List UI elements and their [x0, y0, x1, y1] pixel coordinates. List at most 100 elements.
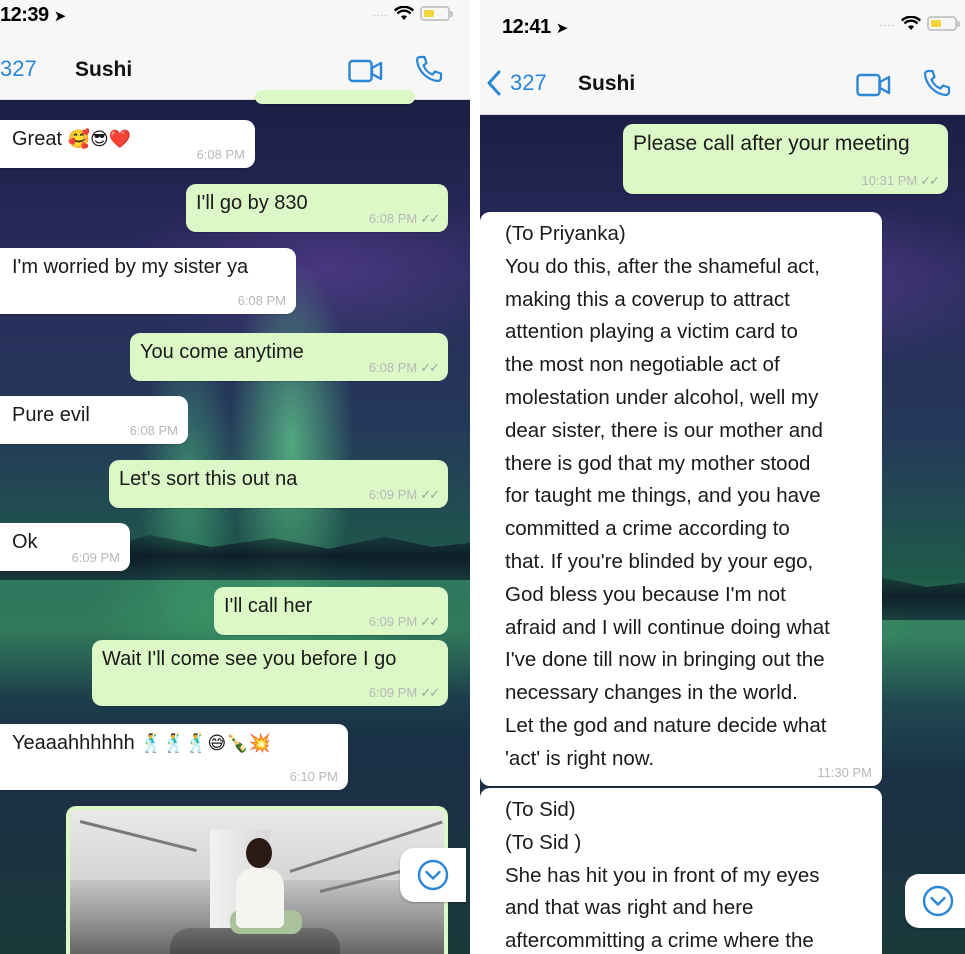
message-line: and that was right and here — [505, 896, 754, 920]
message-line: You do this, after the shameful act, — [505, 254, 820, 278]
message-time: 6:08 PM — [237, 293, 286, 308]
message-text: Pure evil — [12, 404, 90, 426]
message-line: making this a coverup to attract — [505, 287, 790, 311]
photo-message[interactable] — [66, 806, 448, 954]
phone-icon[interactable] — [922, 68, 952, 98]
message-line: that. If you're blinded by your ego, — [505, 549, 814, 573]
emoji-love-cool-heart-icon: 🥰😎❤️ — [67, 129, 132, 150]
contact-name[interactable]: Sushi — [75, 58, 132, 82]
message-line: aftercommitting a crime where the — [505, 929, 814, 953]
message-time: 6:09 PM ✓✓ — [368, 614, 440, 629]
message-bubble-outgoing[interactable]: Let's sort this out na 6:09 PM ✓✓ — [109, 460, 448, 508]
message-text: Wait I'll come see you before I go — [102, 648, 397, 670]
previous-message-bubble — [255, 90, 415, 104]
message-line: molestation under alcohol, well my — [505, 385, 819, 409]
back-button[interactable]: 327 — [486, 70, 547, 96]
photo-image — [70, 810, 444, 954]
battery-icon — [927, 16, 960, 31]
message-bubble-incoming[interactable]: Ok 6:09 PM — [0, 523, 130, 571]
status-bar: 12:39 ➤ .... — [0, 0, 470, 36]
message-text: (To Priyanka) You do this, after the sha… — [505, 218, 872, 776]
chevron-down-circle-icon — [922, 885, 954, 917]
read-ticks-icon: ✓✓ — [420, 360, 440, 375]
status-bar: 12:41 ➤ .... — [480, 0, 965, 48]
message-line: the most non negotiable act of — [505, 353, 780, 377]
message-time: 6:09 PM ✓✓ — [368, 487, 440, 502]
photo-person — [246, 838, 272, 868]
message-text: Great — [12, 128, 63, 150]
emoji-dance-party-icon: 🕺🕺🕺😅🍾💥 — [140, 733, 272, 754]
location-arrow-icon: ➤ — [555, 20, 569, 37]
message-bubble-incoming[interactable]: I'm worried by my sister ya 6:08 PM — [0, 248, 296, 314]
message-bubble-incoming[interactable]: Pure evil 6:08 PM — [0, 396, 188, 444]
message-text: I'll call her — [224, 595, 313, 617]
scroll-to-bottom-button[interactable] — [400, 848, 466, 902]
message-bubble-incoming[interactable]: (To Sid) (To Sid ) She has hit you in fr… — [480, 788, 882, 954]
message-line: God bless you because I'm not — [505, 582, 786, 606]
message-line: there is god that my mother stood — [505, 451, 811, 475]
wifi-icon — [394, 6, 414, 20]
message-line: Let the god and nature decide what — [505, 713, 827, 737]
read-ticks-icon: ✓✓ — [420, 211, 440, 226]
message-line: dear sister, there is our mother and — [505, 418, 823, 442]
chevron-down-circle-icon — [417, 859, 449, 891]
location-arrow-icon: ➤ — [53, 8, 67, 25]
message-time: 10:31 PM ✓✓ — [861, 173, 940, 188]
message-text: Please call after your meeting — [633, 132, 910, 155]
message-bubble-incoming[interactable]: (To Priyanka) You do this, after the sha… — [480, 212, 882, 786]
message-line: She has hit you in front of my eyes — [505, 863, 820, 887]
chat-header: 327 Sushi — [480, 48, 965, 115]
screenshot-divider — [470, 0, 480, 954]
message-bubble-outgoing[interactable]: I'll call her 6:09 PM ✓✓ — [214, 587, 448, 635]
signal-icon: .... — [879, 18, 895, 29]
message-text: Ok — [12, 531, 38, 553]
back-chevron-icon — [487, 70, 501, 96]
message-time: 6:09 PM ✓✓ — [368, 685, 440, 700]
message-bubble-outgoing[interactable]: Please call after your meeting 10:31 PM ✓… — [623, 124, 948, 194]
message-text: Let's sort this out na — [119, 468, 298, 490]
message-time: 6:08 PM — [129, 423, 178, 438]
status-time: 12:39 ➤ — [0, 4, 67, 26]
message-text: I'll go by 830 — [196, 192, 308, 214]
message-time: 6:08 PM ✓✓ — [368, 211, 440, 226]
contact-name[interactable]: Sushi — [578, 72, 635, 96]
message-line: (To Sid) — [505, 798, 576, 821]
battery-icon — [420, 6, 453, 21]
right-chat-screenshot: 12:41 ➤ .... 327 Sushi Please call after… — [480, 0, 965, 954]
message-bubble-outgoing[interactable]: Wait I'll come see you before I go 6:09 … — [92, 640, 448, 706]
message-bubble-outgoing[interactable]: You come anytime 6:08 PM ✓✓ — [130, 333, 448, 381]
message-line: necessary changes in the world. — [505, 681, 798, 705]
message-line: attention playing a victim card to — [505, 320, 798, 344]
message-time: 6:10 PM — [289, 769, 338, 784]
read-ticks-icon: ✓✓ — [420, 685, 440, 700]
status-icons: .... — [879, 16, 960, 31]
message-text: I'm worried by my sister ya — [12, 256, 249, 278]
message-text: Yeaaahhhhhh — [12, 732, 135, 754]
read-ticks-icon: ✓✓ — [920, 173, 940, 188]
message-bubble-incoming[interactable]: Great 🥰😎❤️ 6:08 PM — [0, 120, 255, 168]
message-time: 6:08 PM ✓✓ — [368, 360, 440, 375]
message-bubble-incoming[interactable]: Yeaaahhhhhh 🕺🕺🕺😅🍾💥 6:10 PM — [0, 724, 348, 790]
read-ticks-icon: ✓✓ — [420, 487, 440, 502]
message-line: committed a crime according to — [505, 517, 790, 541]
back-count: 327 — [510, 70, 547, 95]
message-time: 6:09 PM — [71, 550, 120, 565]
status-time: 12:41 ➤ — [502, 16, 569, 38]
status-icons: .... — [372, 6, 453, 21]
video-call-icon[interactable] — [856, 72, 892, 98]
scroll-to-bottom-button[interactable] — [905, 874, 965, 928]
phone-icon[interactable] — [414, 54, 444, 84]
video-call-icon[interactable] — [348, 58, 384, 84]
message-line: afraid and I will continue doing what — [505, 615, 830, 639]
signal-icon: .... — [372, 8, 388, 19]
back-button[interactable]: 327 — [0, 56, 37, 82]
message-line: (To Priyanka) — [505, 222, 626, 245]
wifi-icon — [901, 16, 921, 30]
message-bubble-outgoing[interactable]: I'll go by 830 6:08 PM ✓✓ — [186, 184, 448, 232]
message-text: You come anytime — [140, 341, 304, 363]
message-time: 6:08 PM — [196, 147, 245, 162]
left-chat-screenshot: 12:39 ➤ .... 327 Sushi Great 🥰😎❤️ 6:08 P… — [0, 0, 470, 954]
message-line: I've done till now in bringing out the — [505, 648, 825, 672]
read-ticks-icon: ✓✓ — [420, 614, 440, 629]
photo-person — [236, 868, 284, 928]
